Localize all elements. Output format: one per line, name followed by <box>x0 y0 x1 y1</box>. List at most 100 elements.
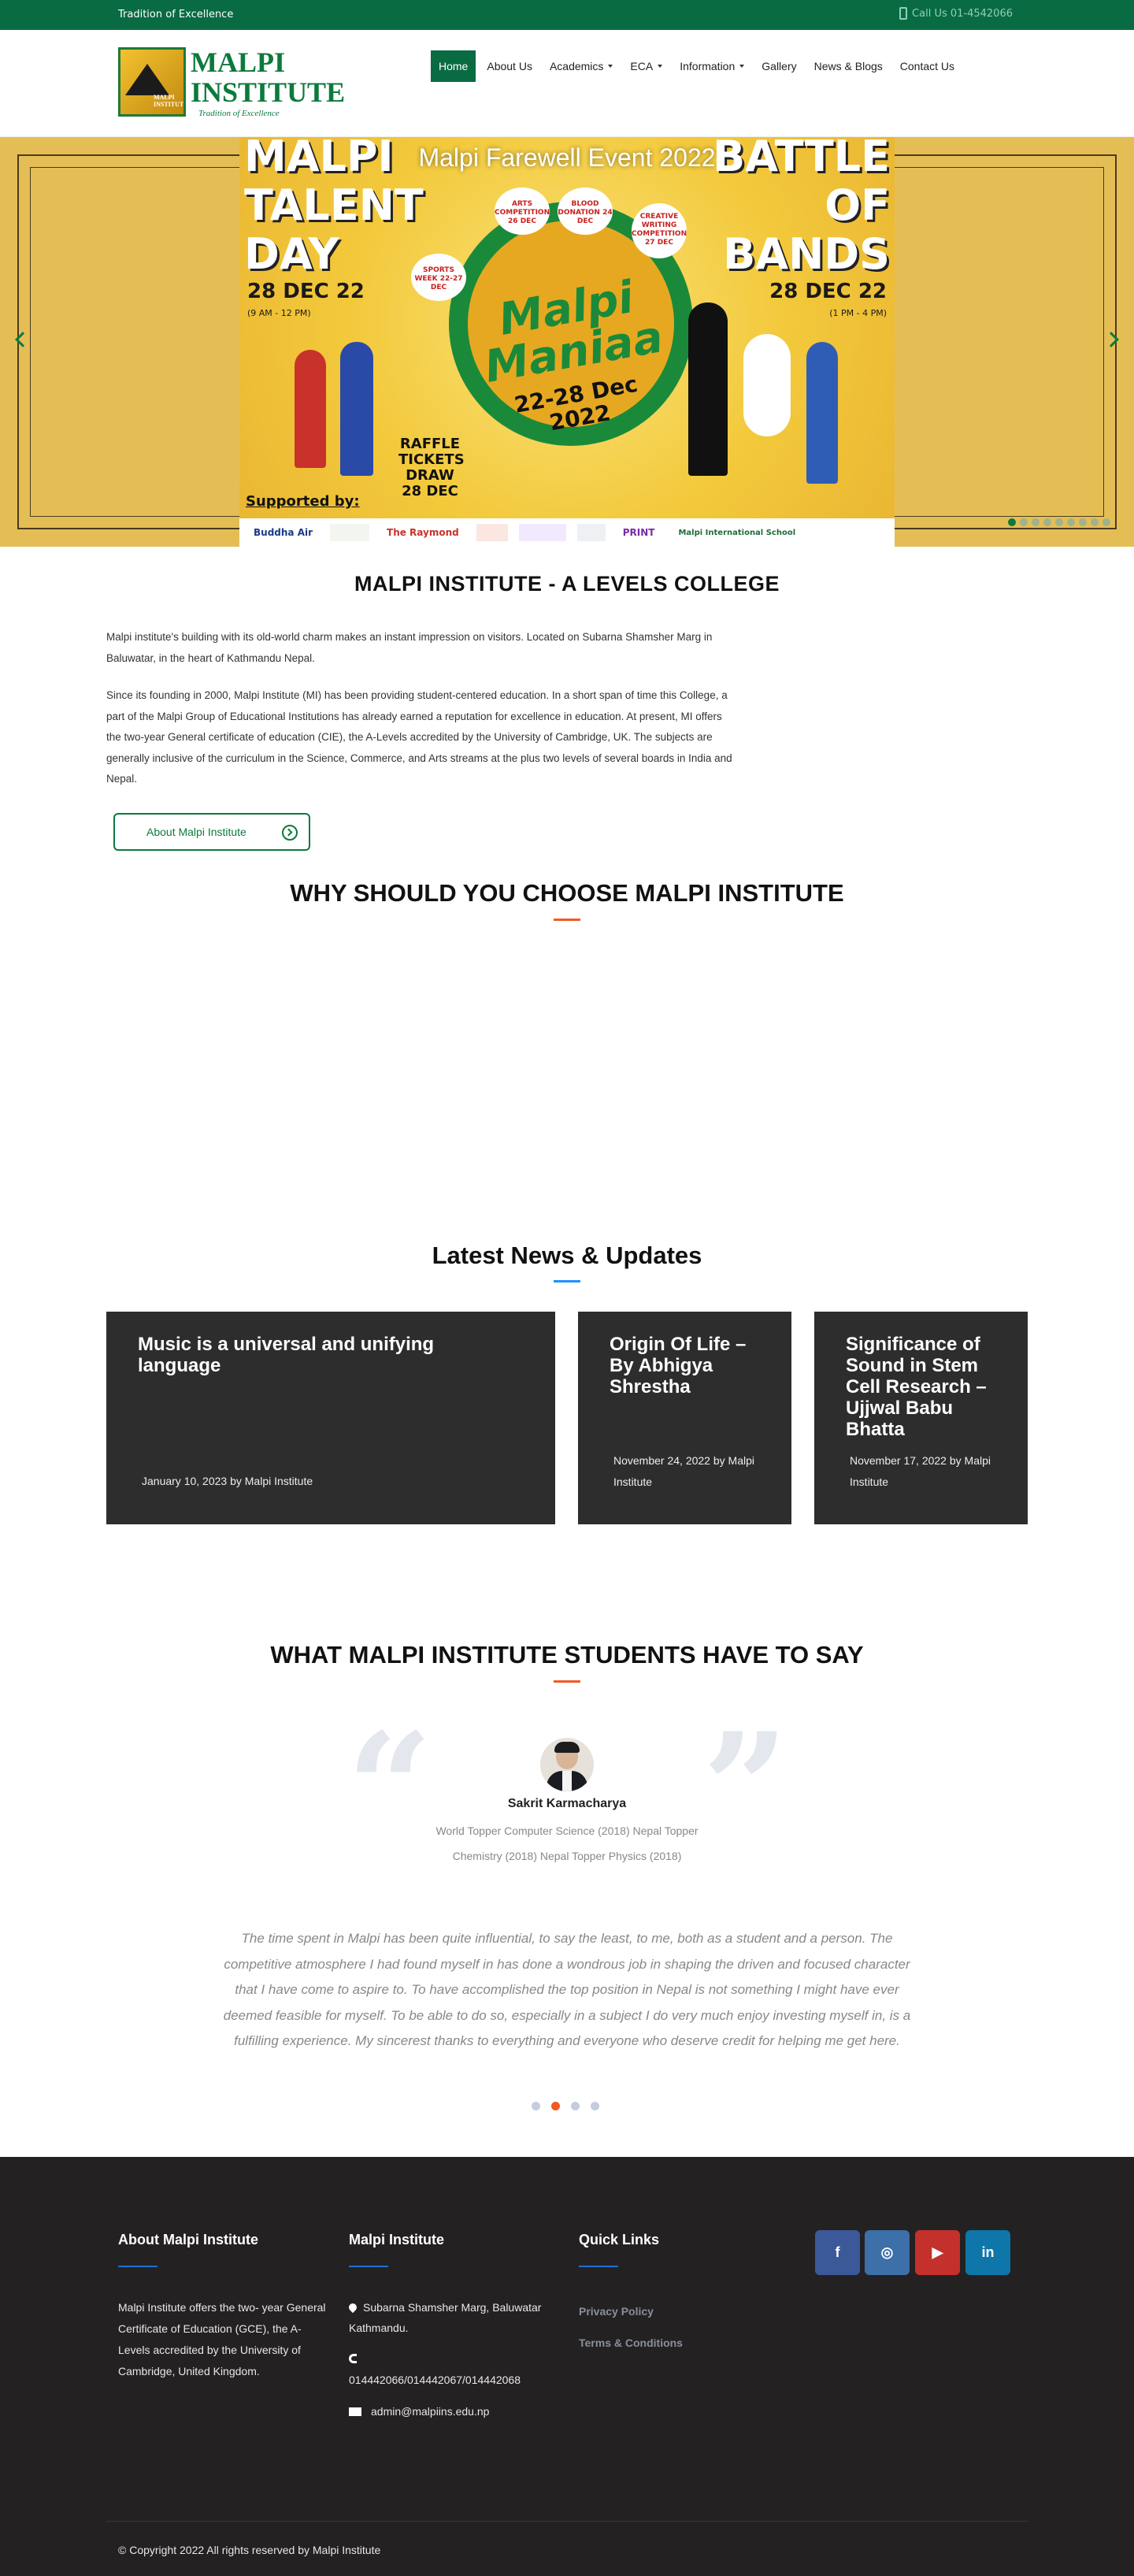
dancer-figure <box>340 342 373 476</box>
youtube-icon[interactable]: ▶ <box>915 2230 960 2275</box>
event-poster: MALPI TALENT DAY BATTLE OF BANDS 28 DEC … <box>239 137 895 547</box>
news-card-title: Significance of Sound in Stem Cell Resea… <box>846 1334 987 1440</box>
nav-home[interactable]: Home <box>431 50 476 82</box>
news-card-meta: January 10, 2023 by Malpi Institute <box>142 1475 313 1487</box>
site-footer: About Malpi Institute Malpi Institute of… <box>0 2157 1134 2576</box>
testimonial-quote: The time spent in Malpi has been quite i… <box>223 1931 911 2048</box>
poster-right-time: (1 PM - 4 PM) <box>829 308 887 318</box>
nav-about-us[interactable]: About Us <box>480 50 539 82</box>
about-title: MALPI INSTITUTE - A LEVELS COLLEGE <box>354 572 780 596</box>
singer-figure <box>806 342 838 484</box>
envelope-icon <box>349 2407 361 2416</box>
about-paragraph-1: Malpi institute's building with its old-… <box>106 631 713 664</box>
testimonial-dot[interactable] <box>591 2102 599 2110</box>
call-us-link[interactable]: Call Us 01-4542066 <box>899 7 1013 20</box>
main-nav: Home About Us Academics ECA Information … <box>431 50 965 82</box>
facebook-icon[interactable]: f <box>815 2230 860 2275</box>
slider-dot[interactable] <box>1020 518 1028 526</box>
poster-left-date: 28 DEC 22 (9 AM - 12 PM) <box>247 280 365 325</box>
guitarist-figure <box>688 303 728 476</box>
sponsor-logo <box>330 524 370 541</box>
slider-dot[interactable] <box>1091 518 1099 526</box>
caret-down-icon <box>739 65 745 68</box>
nav-about-us-label: About Us <box>487 60 532 72</box>
slider-dot[interactable] <box>1067 518 1075 526</box>
hero-slider: MALPI TALENT DAY BATTLE OF BANDS 28 DEC … <box>0 137 1134 547</box>
sponsor-logo <box>518 524 566 541</box>
privacy-policy-link[interactable]: Privacy Policy <box>579 2305 768 2318</box>
site-logo[interactable]: MALPI INSTITUTE MALPI INSTITUTE Traditio… <box>118 47 345 118</box>
nav-eca-label: ECA <box>630 60 654 72</box>
mobile-phone-icon <box>899 7 908 20</box>
footer-heading-underline <box>579 2266 618 2267</box>
testimonial-dot[interactable] <box>551 2102 560 2110</box>
about-malpi-button-label: About Malpi Institute <box>146 826 246 838</box>
why-title-underline <box>554 919 580 921</box>
footer-address-text: Subarna Shamsher Marg, Baluwatar Kathman… <box>349 2301 542 2334</box>
footer-contact: Malpi Institute Subarna Shamsher Marg, B… <box>346 2232 561 2422</box>
map-pin-icon <box>346 2301 359 2314</box>
copyright: © Copyright 2022 All rights reserved by … <box>118 2544 381 2556</box>
footer-about-text: Malpi Institute offers the two- year Gen… <box>118 2301 326 2377</box>
nav-gallery-label: Gallery <box>762 60 797 72</box>
sponsor-strip: Buddha Air The Raymond PRINT Malpi Inter… <box>239 518 895 547</box>
top-bar-tagline: Tradition of Excellence <box>118 9 234 20</box>
site-header: MALPI INSTITUTE MALPI INSTITUTE Traditio… <box>0 30 1134 137</box>
testimonials-title-underline <box>554 1680 580 1683</box>
sponsor-logo: Malpi International School <box>678 528 796 537</box>
sponsor-logo: The Raymond <box>387 527 459 538</box>
poster-bubble-sports: SPORTS WEEK 22-27 DEC <box>411 254 466 301</box>
poster-right-date-text: 28 DEC 22 <box>769 280 887 303</box>
nav-news-blogs[interactable]: News & Blogs <box>808 50 889 82</box>
close-quote-icon: ” <box>702 1700 789 1876</box>
about-paragraph-2: Since its founding in 2000, Malpi Instit… <box>106 689 732 785</box>
poster-left-time: (9 AM - 12 PM) <box>247 308 311 318</box>
testimonial-dot[interactable] <box>532 2102 540 2110</box>
nav-gallery[interactable]: Gallery <box>755 50 802 82</box>
footer-email[interactable]: admin@malpiins.edu.np <box>349 2401 561 2422</box>
open-quote-icon: “ <box>346 1700 433 1876</box>
phone-icon <box>349 2354 357 2363</box>
news-card[interactable]: Significance of Sound in Stem Cell Resea… <box>814 1312 1028 1524</box>
footer-address: Subarna Shamsher Marg, Baluwatar Kathman… <box>346 2297 561 2338</box>
slider-dot[interactable] <box>1079 518 1087 526</box>
footer-divider <box>106 2521 1028 2522</box>
news-card-meta: November 17, 2022 by Malpi Institute <box>850 1454 991 1488</box>
logo-line-1: MALPI <box>191 46 285 78</box>
news-title: Latest News & Updates <box>432 1242 702 1269</box>
footer-about: About Malpi Institute Malpi Institute of… <box>118 2232 331 2382</box>
slider-dot[interactable] <box>1032 518 1040 526</box>
caret-down-icon <box>658 65 663 68</box>
footer-links-heading: Quick Links <box>579 2232 660 2248</box>
slider-dot[interactable] <box>1008 518 1016 526</box>
slider-dot[interactable] <box>1102 518 1110 526</box>
band-silhouette <box>743 334 791 436</box>
news-card-title: Origin Of Life – By Abhigya Shrestha <box>610 1334 747 1397</box>
about-malpi-button[interactable]: About Malpi Institute <box>113 813 310 851</box>
why-choose-title: WHY SHOULD YOU CHOOSE MALPI INSTITUTE <box>290 879 844 907</box>
testimonial-dot[interactable] <box>571 2102 580 2110</box>
nav-eca[interactable]: ECA <box>624 50 669 82</box>
linkedin-icon[interactable]: in <box>965 2230 1010 2275</box>
footer-about-heading: About Malpi Institute <box>118 2232 258 2248</box>
footer-email-text: admin@malpiins.edu.np <box>371 2405 490 2418</box>
sponsor-logo <box>576 524 606 541</box>
terms-conditions-link[interactable]: Terms & Conditions <box>579 2337 768 2349</box>
footer-heading-underline <box>118 2266 158 2267</box>
instagram-icon[interactable]: ◎ <box>865 2230 910 2275</box>
sponsor-logo <box>476 524 508 541</box>
nav-news-blogs-label: News & Blogs <box>813 60 883 72</box>
slider-dot[interactable] <box>1055 518 1063 526</box>
nav-academics[interactable]: Academics <box>543 50 619 82</box>
poster-bubble-arts: ARTS COMPETITION 26 DEC <box>495 187 550 235</box>
nav-home-label: Home <box>439 60 469 72</box>
nav-contact-us[interactable]: Contact Us <box>894 50 961 82</box>
news-card[interactable]: Music is a universal and unifying langua… <box>106 1312 555 1524</box>
nav-information[interactable]: Information <box>673 50 750 82</box>
slider-dot[interactable] <box>1043 518 1051 526</box>
footer-phone[interactable]: 014442066/014442067/014442068 <box>349 2349 561 2390</box>
sponsor-logo: Buddha Air <box>254 527 313 538</box>
news-card[interactable]: Origin Of Life – By Abhigya Shrestha Nov… <box>578 1312 791 1524</box>
footer-contact-heading: Malpi Institute <box>349 2232 444 2248</box>
news-card-meta: November 24, 2022 by Malpi Institute <box>613 1454 754 1488</box>
